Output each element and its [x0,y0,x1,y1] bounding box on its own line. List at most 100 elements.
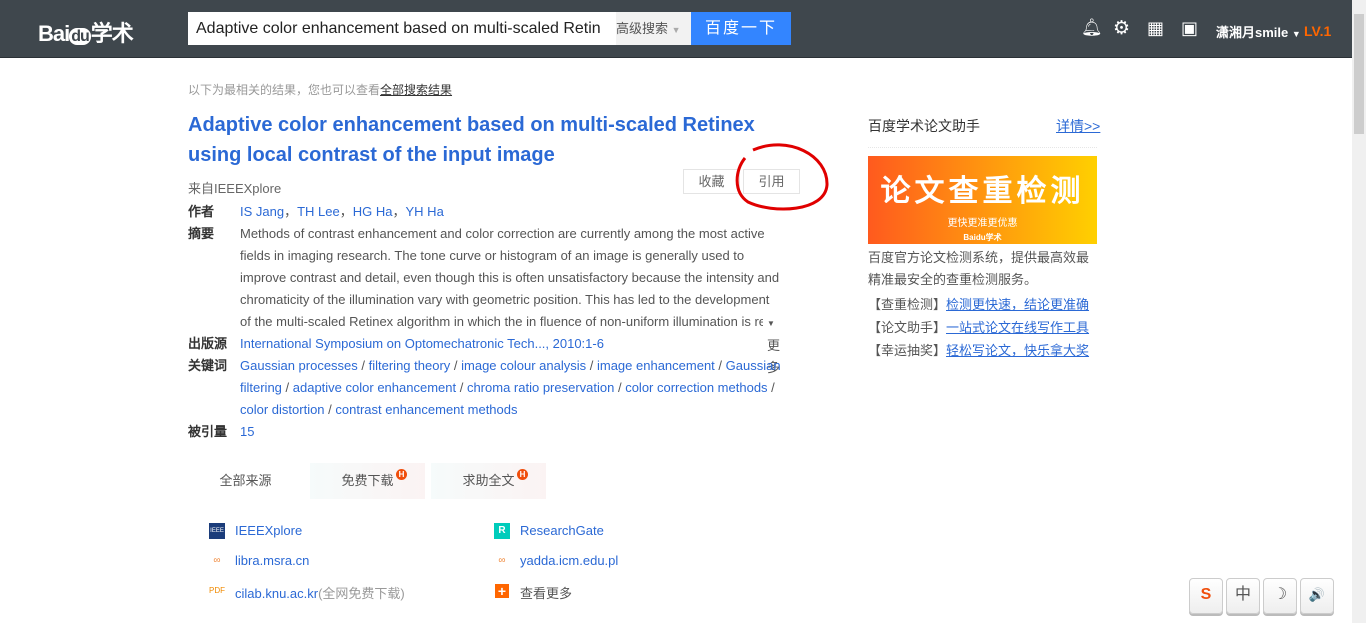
keyword-link[interactable]: contrast enhancement methods [335,402,517,417]
sidebar-link-item: 【论文助手】一站式论文在线写作工具 [868,316,1089,339]
separator: ， [284,204,298,219]
tab-label: 求助全文 [462,473,515,488]
tab-label: 免费下载 [341,473,394,488]
link-tag: 【查重检测】 [868,297,947,312]
source-link[interactable]: IEEEXplore [235,523,302,538]
separator: ， [339,204,353,219]
sogou-ime-icon[interactable]: S [1189,578,1223,614]
cited-count[interactable]: 15 [240,424,254,439]
link-icon: ∞ [498,555,506,566]
tab-all-sources[interactable]: 全部来源 [188,463,303,499]
chinese-mode-button[interactable]: 中 [1226,578,1260,614]
search-box: 高级搜索 ▼ [188,12,691,45]
chevron-down-icon: ▼ [767,319,775,328]
free-download-note: (全网免费下载) [318,586,405,601]
separator: / [586,358,597,373]
keywords-list: Gaussian processes / filtering theory / … [240,355,800,421]
apps-grid-icon[interactable]: ▦ [1147,18,1164,39]
plagiarism-check-banner[interactable]: 论文查重检测 更快更准更优惠 Baidu学术 [868,156,1097,244]
username: 潇湘月smile [1216,25,1289,40]
authors-list: IS Jang，TH Lee，HG Ha，YH Ha [240,201,806,223]
moon-icon[interactable]: ☽ [1263,578,1297,614]
link-tag: 【论文助手】 [868,320,947,335]
keyword-link[interactable]: image enhancement [597,358,715,373]
banner-title: 论文查重检测 [880,174,1085,209]
gear-icon[interactable]: ⚙ [1113,17,1130,40]
collect-button[interactable]: 收藏 [683,169,740,194]
sidebar-link[interactable]: 检测更快速，结论更准确 [946,297,1089,312]
advanced-search-label: 高级搜索 [616,21,669,36]
separator: / [767,380,775,395]
paper-source: 来自IEEEXplore [188,181,282,196]
source-link[interactable]: libra.msra.cn [235,553,309,568]
source-link[interactable]: cilab.knu.ac.kr(全网免费下载) [235,583,405,602]
abstract-label: 摘要 [188,226,215,241]
scrollbar-thumb[interactable] [1354,14,1364,134]
source-link[interactable]: ResearchGate [520,523,604,538]
separator: / [714,358,726,373]
keyword-link[interactable]: image colour analysis [461,358,586,373]
keyword-link[interactable]: adaptive color enhancement [293,380,456,395]
ieee-icon: IEEE [209,523,225,539]
separator: / [357,358,369,373]
keywords-label: 关键词 [188,358,228,373]
top-bar: Baidu学术 高级搜索 ▼ 百度一下 🔔︎ ⚙ ▦ ▣ 潇湘月smile ▼ … [0,0,1352,58]
baidu-xueshu-logo[interactable]: Bai du学术 [38,16,134,48]
chevron-down-icon: ▼ [671,25,681,35]
separator: / [450,358,462,373]
abstract-text: Methods of contrast enhancement and colo… [240,226,780,329]
banner-subtitle: 更快更准更优惠 [947,218,1018,229]
separator: / [614,380,626,395]
keyword-link[interactable]: Gaussian processes [240,358,358,373]
author-link[interactable]: HG Ha [353,204,393,219]
keyword-link[interactable]: color distortion [240,402,325,417]
details-link[interactable]: 详情>> [1056,116,1100,136]
result-hint: 以下为最相关的结果，您也可以查看全部搜索结果 [188,81,452,98]
separator: / [281,380,293,395]
hot-badge: H [396,469,407,480]
search-button[interactable]: 百度一下 [691,12,791,45]
paper-title[interactable]: Adaptive color enhancement based on mult… [188,110,808,170]
sidebar-link[interactable]: 一站式论文在线写作工具 [946,320,1089,335]
scrollbar[interactable] [1352,0,1366,623]
pdf-icon: PDF [209,586,225,595]
hint-text: 以下为最相关的结果，您也可以查看 [188,83,381,97]
publisher-link[interactable]: International Symposium on Optomechatron… [240,336,604,351]
source-name: cilab.knu.ac.kr [235,586,319,601]
author-link[interactable]: YH Ha [406,204,444,219]
user-level: LV.1 [1304,23,1332,39]
bell-icon[interactable]: 🔔︎ [1081,18,1103,38]
publisher-label: 出版源 [188,336,228,351]
speaker-icon[interactable]: 🔊 [1300,578,1334,614]
divider [868,147,1097,148]
user-menu[interactable]: 潇湘月smile ▼ [1216,22,1301,41]
link-tag: 【幸运抽奖】 [868,343,947,358]
keyword-link[interactable]: color correction methods [625,380,767,395]
keyword-link[interactable]: filtering theory [369,358,451,373]
advanced-search-dropdown[interactable]: 高级搜索 ▼ [616,12,691,45]
source-link[interactable]: yadda.icm.edu.pl [520,553,618,568]
sidebar-link-item: 【幸运抽奖】轻松写论文，快乐拿大奖 [868,339,1089,362]
view-more-link[interactable]: 查看更多 [520,583,572,602]
hot-badge: H [517,469,528,480]
search-input[interactable] [188,12,600,45]
separator: ， [392,204,406,219]
sidebar-title: 百度学术论文助手 [868,118,980,134]
sidebar-links: 【查重检测】检测更快速，结论更准确 【论文助手】一站式论文在线写作工具 【幸运抽奖】… [868,293,1089,362]
cited-label: 被引量 [188,424,228,439]
separator: / [324,402,336,417]
keyword-link[interactable]: chroma ratio preservation [467,380,614,395]
tab-request-fulltext[interactable]: 求助全文 [431,463,546,499]
qr-code-icon[interactable]: ▣ [1181,18,1198,39]
sidebar-link-item: 【查重检测】检测更快速，结论更准确 [868,293,1089,316]
sidebar-link[interactable]: 轻松写论文，快乐拿大奖 [946,343,1089,358]
separator: / [456,380,467,395]
tab-free-download[interactable]: 免费下载 [310,463,425,499]
author-link[interactable]: IS Jang [240,204,284,219]
author-link[interactable]: TH Lee [297,204,340,219]
authors-label: 作者 [188,204,215,219]
researchgate-icon: R [494,523,510,539]
sidebar-description: 百度官方论文检测系统，提供最高效最精准最安全的查重检测服务。 [868,250,1090,287]
plus-icon: + [495,584,509,598]
all-results-link[interactable]: 全部搜索结果 [380,83,452,97]
